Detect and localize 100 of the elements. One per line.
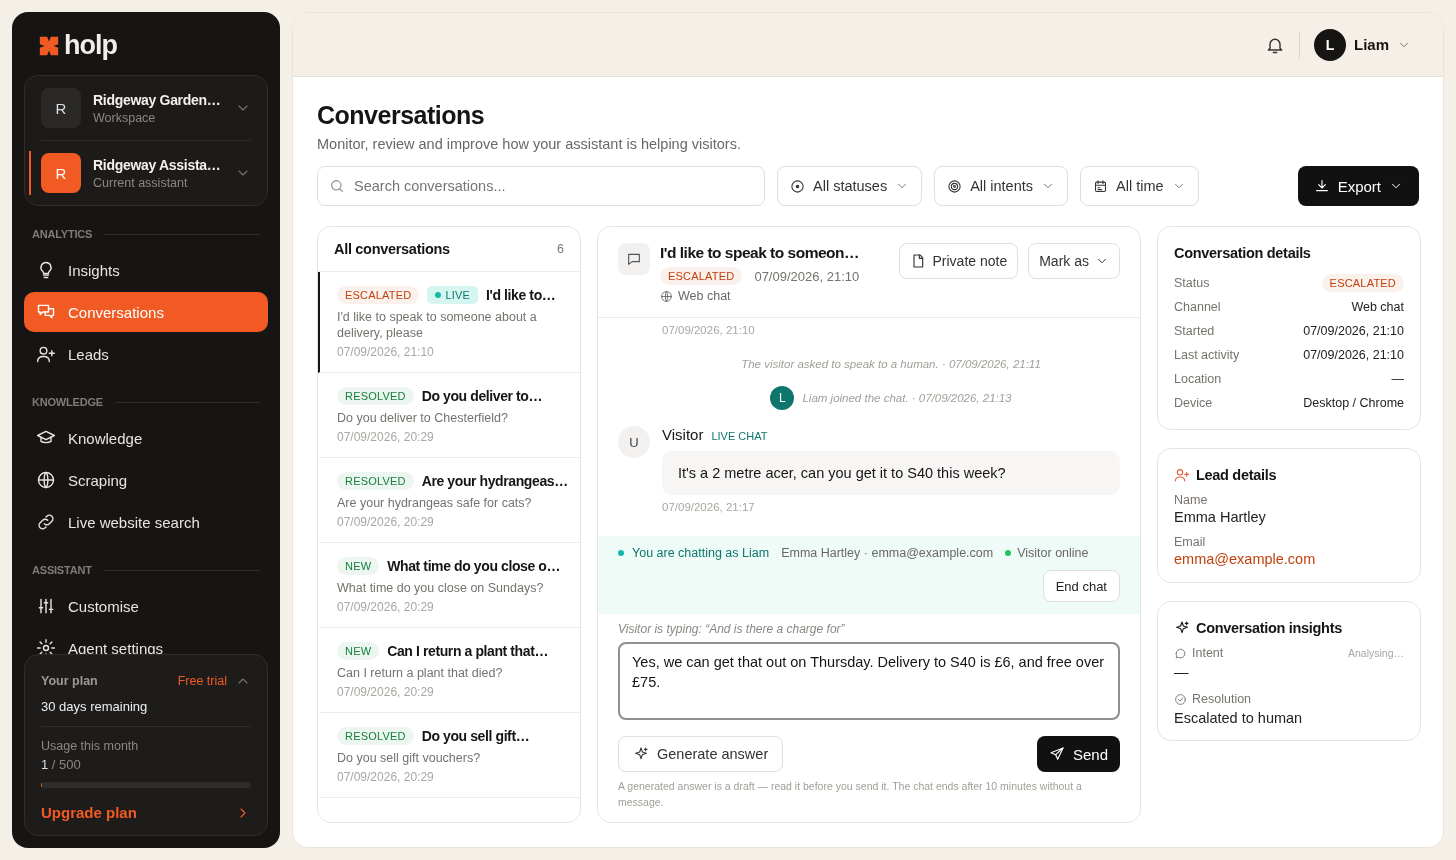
filter-dropdown[interactable]: All statuses bbox=[777, 166, 923, 206]
conversation-item[interactable]: ESCALATED LIVE I'd like to… I'd like to speak to someone about a delivery, please 07/09/2026, 21:10 bbox=[318, 272, 580, 373]
detail-label: Device bbox=[1174, 396, 1213, 410]
usage-label: Usage this month bbox=[41, 739, 140, 753]
sender-name: Visitor bbox=[662, 426, 704, 443]
card-title: Conversation details bbox=[1174, 245, 1312, 261]
conversation-title: Are your hydrangeas… bbox=[421, 473, 568, 489]
user-plus-icon bbox=[36, 344, 56, 364]
detail-label: Location bbox=[1174, 372, 1222, 386]
filter-dropdown[interactable]: All intents bbox=[934, 166, 1069, 206]
panel-title: All conversations bbox=[334, 241, 450, 257]
download-icon bbox=[1313, 178, 1330, 194]
conversation-time: 07/09/2026, 20:29 bbox=[337, 685, 435, 699]
avatar: R bbox=[41, 88, 81, 128]
conversation-title: Can I return a plant that… bbox=[387, 643, 548, 659]
field-label: Name bbox=[1174, 493, 1209, 507]
section-heading: KNOWLEDGE bbox=[24, 384, 268, 418]
conversation-preview: I'd like to speak to someone about a delivery, please bbox=[337, 309, 538, 341]
page-subtitle: Monitor, review and improve how your assistant is helping visitors. bbox=[317, 136, 742, 152]
conversation-title: Do you deliver to… bbox=[421, 388, 543, 404]
switcher-caption: Current assistant bbox=[93, 176, 189, 190]
nav-item[interactable]: Live website search bbox=[24, 502, 268, 542]
reply-field[interactable]: Yes, we can get that out on Thursday. Delivery to S40 is £6, and free over £75. bbox=[618, 642, 1120, 720]
conversation-time: 07/09/2026, 21:10 bbox=[754, 268, 860, 284]
nav-item[interactable]: Scraping bbox=[24, 460, 268, 500]
plan-tier-label: Free trial bbox=[177, 674, 227, 688]
message-time: 07/09/2026, 21:17 bbox=[662, 501, 756, 513]
card-title: Conversation insights bbox=[1196, 620, 1342, 636]
send-button[interactable]: Send bbox=[1036, 736, 1120, 772]
page-title: Conversations bbox=[317, 101, 486, 130]
status-badge: NEW bbox=[337, 557, 380, 575]
section-heading: ANALYTICS bbox=[24, 216, 268, 250]
channel-tag: LIVE CHAT bbox=[711, 430, 768, 442]
user-menu[interactable]: L Liam bbox=[1314, 28, 1411, 61]
sparkle-icon bbox=[633, 746, 649, 762]
export-button[interactable]: Export bbox=[1297, 166, 1419, 206]
sliders-icon bbox=[36, 596, 56, 616]
system-event: The visitor asked to speak to a human. · 07/09/2026, 21:11 bbox=[740, 358, 1042, 370]
nav-item[interactable]: Leads bbox=[24, 334, 268, 374]
message-icon bbox=[618, 243, 650, 275]
insight-label: Resolution bbox=[1192, 692, 1252, 706]
status-dot bbox=[618, 550, 624, 556]
detail-value: Web chat bbox=[1351, 300, 1404, 314]
conversation-time: 07/09/2026, 20:29 bbox=[337, 430, 435, 444]
end-chat-button[interactable]: End chat bbox=[1042, 570, 1120, 602]
switcher-row[interactable]: R Ridgeway Garden… Workspace bbox=[41, 76, 251, 140]
filter-dropdown[interactable]: All time bbox=[1080, 166, 1199, 206]
plan-remaining: 30 days remaining bbox=[41, 699, 251, 727]
avatar: L bbox=[1314, 28, 1346, 61]
typing-indicator: Visitor is typing: “And is there a charge for” bbox=[618, 622, 846, 636]
nav-item[interactable]: Knowledge bbox=[24, 418, 268, 458]
avatar: R bbox=[41, 153, 81, 193]
status-badge: NEW bbox=[337, 642, 380, 660]
status-badge: RESOLVED bbox=[337, 727, 414, 745]
status-badge: ESCALATED bbox=[1321, 274, 1404, 292]
section-heading: ASSISTANT bbox=[24, 552, 268, 586]
usage-count: 1 / 500 bbox=[41, 757, 82, 772]
card-title: Lead details bbox=[1196, 467, 1277, 483]
detail-value: 07/09/2026, 21:10 bbox=[1303, 348, 1404, 362]
chat-bubble-icon bbox=[1174, 646, 1187, 660]
live-badge: LIVE bbox=[427, 286, 479, 304]
logo-text: holp bbox=[64, 30, 117, 61]
plan-label: Your plan bbox=[41, 674, 99, 688]
logo-icon bbox=[38, 34, 60, 57]
detail-value: Desktop / Chrome bbox=[1303, 396, 1404, 410]
detail-label: Started bbox=[1174, 324, 1215, 338]
nav-item[interactable]: Insights bbox=[24, 250, 268, 290]
detail-label: Last activity bbox=[1174, 348, 1240, 362]
upgrade-link[interactable]: Upgrade plan bbox=[41, 802, 251, 823]
conversation-preview: Do you sell gift vouchers? bbox=[337, 750, 482, 766]
detail-value: 07/09/2026, 21:10 bbox=[1303, 324, 1404, 338]
status-badge: RESOLVED bbox=[337, 387, 414, 405]
message-time: 07/09/2026, 21:10 bbox=[662, 324, 756, 336]
private-note-button[interactable]: Private note bbox=[899, 243, 1019, 279]
chat-status: You are chatting as Liam bbox=[632, 546, 770, 560]
status-badge: RESOLVED bbox=[337, 472, 414, 490]
avatar: U bbox=[618, 426, 650, 458]
search-icon bbox=[329, 178, 345, 194]
nav-item[interactable]: Customise bbox=[24, 586, 268, 626]
conversation-preview: Are your hydrangeas safe for cats? bbox=[337, 495, 533, 511]
conversation-time: 07/09/2026, 20:29 bbox=[337, 600, 435, 614]
insight-label: Intent bbox=[1192, 646, 1224, 660]
conversation-time: 07/09/2026, 21:10 bbox=[337, 345, 435, 359]
mark-as-dropdown[interactable]: Mark as bbox=[1028, 243, 1120, 279]
switcher-caption: Workspace bbox=[93, 111, 157, 125]
conversation-title: I'd like to… bbox=[486, 287, 556, 303]
target-icon bbox=[947, 178, 963, 194]
detail-label: Channel bbox=[1174, 300, 1221, 314]
generate-answer-button[interactable]: Generate answer bbox=[618, 736, 784, 772]
search-field[interactable]: Search conversations... bbox=[317, 166, 765, 206]
helper-note: A generated answer is a draft — read it before you send it. The chat ends after 10 minutes without a message. bbox=[618, 779, 1083, 810]
message-bubble: It's a 2 metre acer, can you get it to S40 this week? bbox=[662, 451, 1120, 495]
email-link[interactable]: emma@example.com bbox=[1174, 551, 1316, 567]
status-badge: ESCALATED bbox=[337, 286, 420, 304]
conversation-time: 07/09/2026, 20:29 bbox=[337, 515, 435, 529]
insight-value: — bbox=[1174, 664, 1190, 680]
switcher-name: Ridgeway Garden… bbox=[93, 91, 222, 109]
system-event: Liam joined the chat. · 07/09/2026, 21:13 bbox=[802, 392, 1012, 404]
check-circle-icon bbox=[1174, 692, 1187, 706]
conversation-title: I'd like to speak to someon… bbox=[660, 243, 860, 263]
